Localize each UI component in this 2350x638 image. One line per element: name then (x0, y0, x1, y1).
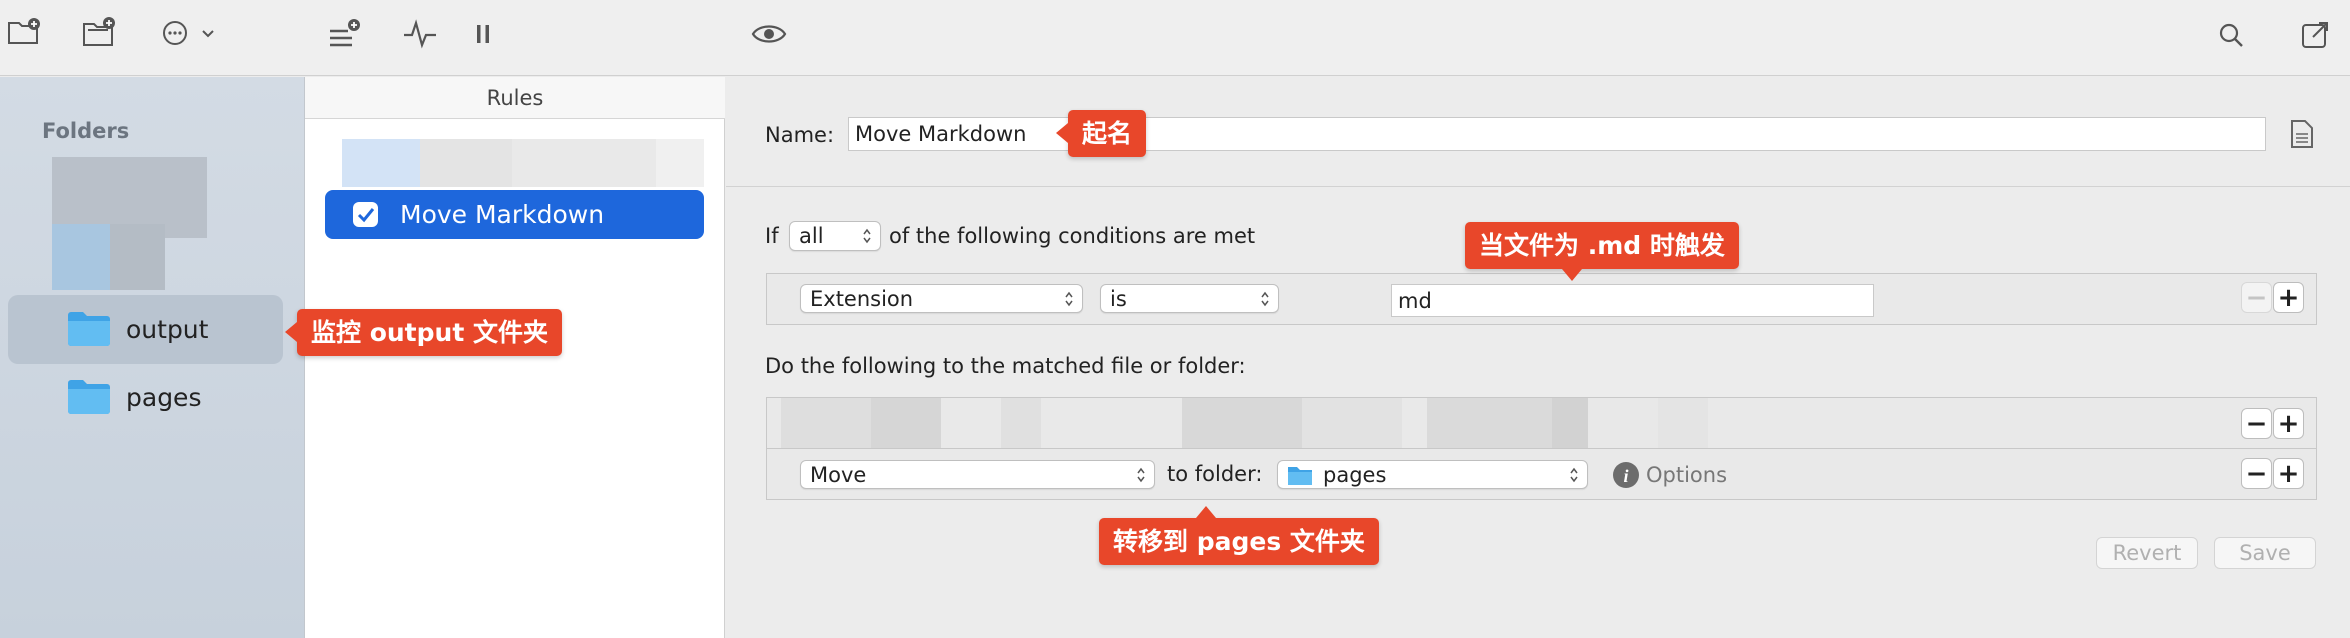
condition-value-field[interactable]: md (1391, 284, 1874, 317)
options-button[interactable]: i Options (1612, 461, 1727, 489)
callout-folder: 监控 output 文件夹 (285, 309, 562, 356)
rule-label: Move Markdown (400, 200, 605, 229)
document-icon[interactable] (2288, 117, 2316, 151)
updown-arrow-icon (863, 228, 871, 244)
folder-icon (66, 377, 112, 419)
condition-value: md (1398, 289, 1432, 313)
updown-arrow-icon (1065, 291, 1073, 306)
checkmark-icon (357, 207, 374, 222)
callout-text: 起名 (1082, 119, 1133, 148)
actions-title: Do the following to the matched file or … (765, 354, 1246, 378)
sidebar-item-output[interactable]: output (8, 295, 283, 364)
condition-attribute-select[interactable]: Extension (800, 284, 1083, 313)
target-folder-value: pages (1323, 462, 1387, 487)
rule-enabled-checkbox[interactable] (353, 202, 378, 227)
rule-item-move-markdown[interactable]: Move Markdown (325, 190, 704, 239)
action-verb-value: Move (810, 462, 867, 487)
blurred-item (1182, 398, 1302, 449)
callout-pointer (1562, 269, 1582, 281)
sidebar-header: Folders (42, 119, 130, 143)
updown-arrow-icon (1137, 467, 1145, 482)
callout-condition: 当文件为 .md 时触发 (1465, 222, 1739, 281)
blurred-item (420, 139, 512, 187)
preview-eye-icon[interactable] (750, 20, 788, 48)
condition-operator-select[interactable]: is (1100, 284, 1279, 313)
conditions-text: of the following conditions are met (889, 224, 1256, 248)
blurred-item (1001, 398, 1041, 449)
updown-arrow-icon (1261, 291, 1269, 306)
target-folder-select[interactable]: pages (1277, 460, 1588, 489)
action-verb-select[interactable]: Move (800, 460, 1155, 489)
revert-button[interactable]: Revert (2096, 537, 2198, 569)
if-label: If (765, 224, 779, 248)
to-folder-label: to folder: (1167, 462, 1263, 486)
updown-arrow-icon (1570, 467, 1578, 482)
toolbar (0, 0, 2350, 76)
match-select-value: all (799, 224, 824, 248)
callout-pointer (285, 322, 297, 342)
blurred-item (871, 398, 941, 449)
pause-icon[interactable] (472, 22, 494, 46)
add-rule-icon[interactable] (326, 16, 364, 52)
add-action-button[interactable]: + (2273, 458, 2304, 489)
blurred-item (512, 139, 656, 187)
callout-text: 监控 output 文件夹 (311, 318, 548, 347)
new-folder-icon[interactable] (6, 14, 42, 50)
callout-pointer (1196, 506, 1216, 518)
remove-condition-button[interactable]: − (2241, 282, 2272, 313)
save-button[interactable]: Save (2214, 537, 2316, 569)
blurred-item (1658, 398, 1708, 449)
blurred-item (342, 139, 420, 187)
sidebar-item-pages[interactable]: pages (8, 363, 283, 432)
condition-attribute-value: Extension (810, 286, 914, 311)
svg-text:i: i (1623, 466, 1628, 486)
add-folder-icon[interactable] (81, 14, 117, 50)
callout-text: 转移到 pages 文件夹 (1113, 527, 1365, 556)
blurred-item (52, 224, 110, 290)
blurred-item (1302, 398, 1402, 449)
match-select[interactable]: all (789, 221, 881, 251)
add-action-button[interactable]: + (2273, 408, 2304, 439)
rule-detail: Name: Move Markdown If all of the follow… (726, 77, 2350, 638)
callout-name: 起名 (1056, 110, 1147, 157)
remove-action-button[interactable]: − (2241, 458, 2272, 489)
blurred-item (1427, 398, 1552, 449)
add-condition-button[interactable]: + (2273, 282, 2304, 313)
remove-action-button[interactable]: − (2241, 408, 2272, 439)
rules-panel: Rules Move Markdown (305, 77, 725, 638)
blurred-item (656, 139, 704, 187)
sidebar-item-label: pages (126, 383, 202, 412)
condition-operator-value: is (1110, 286, 1127, 311)
callout-pointer (1056, 123, 1068, 143)
name-label: Name: (765, 123, 835, 147)
folder-icon (66, 309, 112, 351)
search-icon[interactable] (2216, 20, 2246, 50)
action-row-blurred: − + (766, 397, 2317, 449)
condition-row: Extension is md − + (766, 273, 2317, 325)
folder-icon (1287, 464, 1313, 486)
action-row: Move to folder: pages i Options − + (766, 448, 2317, 500)
blurred-item (781, 398, 871, 449)
options-label: Options (1646, 463, 1728, 487)
more-menu-icon[interactable] (160, 18, 190, 48)
sidebar-item-label: output (126, 315, 209, 344)
chevron-down-icon[interactable] (198, 24, 218, 44)
window-icon[interactable] (2298, 18, 2332, 52)
rules-header: Rules (305, 77, 725, 119)
info-icon: i (1613, 462, 1639, 488)
blurred-item (110, 224, 165, 290)
callout-action: 转移到 pages 文件夹 (1099, 506, 1379, 565)
sidebar: Folders output pages (0, 77, 305, 638)
blurred-item (1588, 398, 1658, 449)
blurred-item (1552, 398, 1588, 449)
activity-icon[interactable] (403, 18, 437, 50)
callout-text: 当文件为 .md 时触发 (1479, 231, 1725, 260)
divider (726, 186, 2350, 187)
name-value: Move Markdown (855, 122, 1027, 146)
